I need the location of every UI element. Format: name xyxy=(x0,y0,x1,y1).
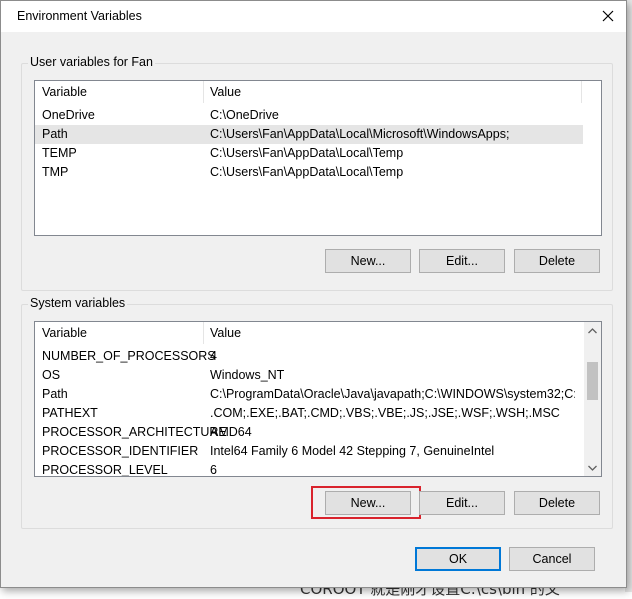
column-header-variable[interactable]: Variable xyxy=(42,85,87,99)
user-edit-button[interactable]: Edit... xyxy=(419,249,505,273)
table-row[interactable]: OS Windows_NT xyxy=(35,366,583,385)
table-row[interactable]: NUMBER_OF_PROCESSORS 4 xyxy=(35,347,583,366)
variable-value: 6 xyxy=(210,463,217,477)
variable-name: PATHEXT xyxy=(42,406,98,420)
table-row[interactable]: PROCESSOR_IDENTIFIER Intel64 Family 6 Mo… xyxy=(35,442,583,461)
list-header: Variable Value xyxy=(35,81,601,103)
table-row[interactable]: PATHEXT .COM;.EXE;.BAT;.CMD;.VBS;.VBE;.J… xyxy=(35,404,583,423)
environment-variables-dialog: Environment Variables User variables for… xyxy=(0,0,627,588)
table-row[interactable]: PROCESSOR_LEVEL 6 xyxy=(35,461,583,477)
window-title: Environment Variables xyxy=(17,9,142,23)
variable-value: C:\Users\Fan\AppData\Local\Microsoft\Win… xyxy=(210,127,510,141)
variable-value: C:\Users\Fan\AppData\Local\Temp xyxy=(210,165,404,179)
variable-value: 4 xyxy=(210,349,217,363)
cancel-button[interactable]: Cancel xyxy=(509,547,595,571)
variable-name: OneDrive xyxy=(42,108,95,122)
list-header: Variable Value xyxy=(35,322,601,344)
variable-value: C:\OneDrive xyxy=(210,108,279,122)
column-header-variable[interactable]: Variable xyxy=(42,326,87,340)
variable-name: NUMBER_OF_PROCESSORS xyxy=(42,349,216,363)
variable-value: Windows_NT xyxy=(210,368,285,382)
variable-name: TEMP xyxy=(42,146,77,160)
table-row[interactable]: TMP C:\Users\Fan\AppData\Local\Temp xyxy=(35,163,583,182)
close-button[interactable] xyxy=(596,5,620,27)
system-edit-button[interactable]: Edit... xyxy=(419,491,505,515)
variable-value: AMD64 xyxy=(210,425,252,439)
table-row[interactable]: OneDrive C:\OneDrive xyxy=(35,106,583,125)
user-variables-list[interactable]: Variable Value OneDrive C:\OneDrive Path… xyxy=(34,80,602,236)
variable-value: Intel64 Family 6 Model 42 Stepping 7, Ge… xyxy=(210,444,495,458)
variable-value: .COM;.EXE;.BAT;.CMD;.VBS;.VBE;.JS;.JSE;.… xyxy=(210,406,560,420)
variable-name: PROCESSOR_ARCHITECTURE xyxy=(42,425,227,439)
table-row[interactable]: PROCESSOR_ARCHITECTURE AMD64 xyxy=(35,423,583,442)
variable-name: PROCESSOR_IDENTIFIER xyxy=(42,444,199,458)
scroll-up-icon[interactable] xyxy=(584,322,601,339)
close-icon xyxy=(602,10,614,22)
variable-name: PROCESSOR_LEVEL xyxy=(42,463,168,477)
variable-name: OS xyxy=(42,368,61,382)
table-row[interactable]: TEMP C:\Users\Fan\AppData\Local\Temp xyxy=(35,144,583,163)
annotation-highlight xyxy=(311,486,421,519)
variable-name: Path xyxy=(42,387,68,401)
system-delete-button[interactable]: Delete xyxy=(514,491,600,515)
column-header-value[interactable]: Value xyxy=(210,85,241,99)
user-variables-label: User variables for Fan xyxy=(28,55,155,69)
title-bar: Environment Variables xyxy=(1,1,626,32)
variable-value: C:\ProgramData\Oracle\Java\javapath;C:\W… xyxy=(210,387,575,401)
table-row[interactable]: Path C:\ProgramData\Oracle\Java\javapath… xyxy=(35,385,583,404)
vertical-scrollbar[interactable] xyxy=(584,322,601,476)
ok-button[interactable]: OK xyxy=(415,547,501,571)
column-header-value[interactable]: Value xyxy=(210,326,241,340)
variable-name: TMP xyxy=(42,165,69,179)
user-delete-button[interactable]: Delete xyxy=(514,249,600,273)
table-row-selected[interactable]: Path C:\Users\Fan\AppData\Local\Microsof… xyxy=(35,125,583,144)
system-variables-label: System variables xyxy=(28,296,128,310)
system-variables-list[interactable]: Variable Value NUMBER_OF_PROCESSORS 4 OS… xyxy=(34,321,602,477)
scroll-thumb[interactable] xyxy=(587,362,598,400)
scroll-down-icon[interactable] xyxy=(584,459,601,476)
user-new-button[interactable]: New... xyxy=(325,249,411,273)
variable-name: Path xyxy=(42,127,68,141)
variable-value: C:\Users\Fan\AppData\Local\Temp xyxy=(210,146,404,160)
